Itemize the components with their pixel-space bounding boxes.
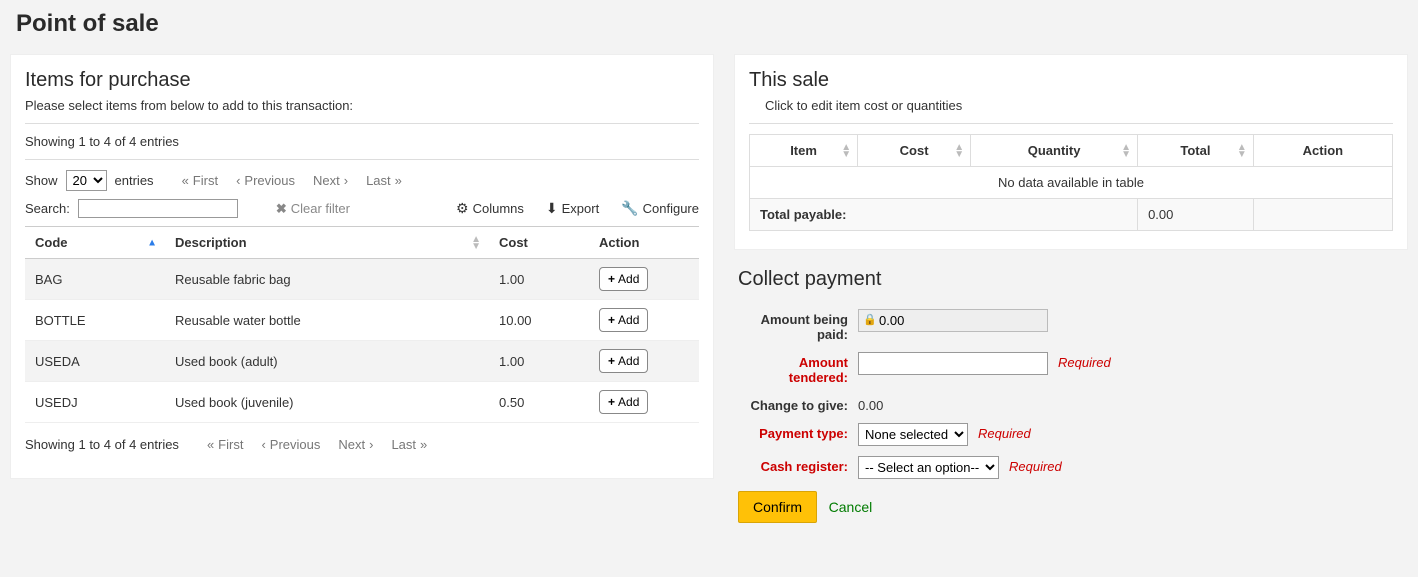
change-label: Change to give: [738, 395, 848, 413]
items-heading: Items for purchase [25, 69, 699, 92]
cell-desc: Reusable water bottle [165, 300, 489, 341]
plus-icon: + [608, 395, 615, 409]
add-button[interactable]: +Add [599, 390, 648, 414]
pager-next[interactable]: Next› [338, 437, 373, 452]
show-label-pre: Show [25, 173, 58, 188]
items-panel: Items for purchase Please select items f… [10, 54, 714, 479]
chevron-double-left-icon: « [207, 437, 214, 452]
sale-col-total[interactable]: Total▲▼ [1138, 135, 1254, 167]
pager-first[interactable]: «First [182, 173, 219, 188]
amount-tendered-label: Amount tendered: [738, 352, 848, 385]
cell-desc: Reusable fabric bag [165, 259, 489, 300]
pager-last[interactable]: Last» [366, 173, 402, 188]
sale-col-item[interactable]: Item▲▼ [750, 135, 858, 167]
plus-icon: + [608, 272, 615, 286]
items-showing-top: Showing 1 to 4 of 4 entries [25, 134, 699, 149]
sale-table: Item▲▼ Cost▲▼ Quantity▲▼ Total▲▼ Action … [749, 134, 1393, 231]
pager-prev[interactable]: ‹Previous [261, 437, 320, 452]
pager-last[interactable]: Last» [391, 437, 427, 452]
col-cost: Cost [489, 227, 589, 259]
amount-tendered-input[interactable] [858, 352, 1048, 375]
sale-col-action: Action [1253, 135, 1392, 167]
items-subtitle: Please select items from below to add to… [25, 98, 699, 113]
sale-col-qty[interactable]: Quantity▲▼ [971, 135, 1138, 167]
chevron-left-icon: ‹ [261, 437, 265, 452]
cell-cost: 0.50 [489, 382, 589, 423]
configure-button[interactable]: 🔧 Configure [621, 200, 699, 217]
amount-paid-label: Amount being paid: [738, 309, 848, 342]
table-row: BAG Reusable fabric bag 1.00 +Add [25, 259, 699, 300]
page-size-select[interactable]: 20 [66, 170, 107, 191]
add-button[interactable]: +Add [599, 349, 648, 373]
cell-code: USEDJ [25, 382, 165, 423]
cancel-link[interactable]: Cancel [829, 499, 873, 515]
divider [749, 123, 1393, 124]
divider [25, 159, 699, 160]
required-flag: Required [978, 423, 1031, 441]
required-flag: Required [1058, 352, 1111, 370]
right-column: This sale Click to edit item cost or qua… [734, 54, 1408, 523]
plus-icon: + [608, 354, 615, 368]
add-button[interactable]: +Add [599, 267, 648, 291]
cell-cost: 1.00 [489, 341, 589, 382]
cell-code: BAG [25, 259, 165, 300]
search-label: Search: [25, 201, 70, 216]
cash-register-label: Cash register: [738, 456, 848, 474]
confirm-button[interactable]: Confirm [738, 491, 817, 523]
items-showing-bottom: Showing 1 to 4 of 4 entries [25, 437, 179, 452]
col-action: Action [589, 227, 699, 259]
pager-prev[interactable]: ‹Previous [236, 173, 295, 188]
table-row: BOTTLE Reusable water bottle 10.00 +Add [25, 300, 699, 341]
items-table: Code ▲ Description ▲▼ Cost Action BAG Re… [25, 226, 699, 423]
wrench-icon: 🔧 [621, 200, 638, 217]
cell-cost: 1.00 [489, 259, 589, 300]
cell-desc: Used book (adult) [165, 341, 489, 382]
payment-section: Collect payment Amount being paid: 🔒 Amo… [734, 250, 1408, 523]
required-flag: Required [1009, 456, 1062, 474]
col-description[interactable]: Description ▲▼ [165, 227, 489, 259]
chevron-left-icon: ‹ [236, 173, 240, 188]
chevron-double-right-icon: » [395, 173, 402, 188]
table-row: USEDJ Used book (juvenile) 0.50 +Add [25, 382, 699, 423]
cash-register-select[interactable]: -- Select an option-- [858, 456, 999, 479]
cell-cost: 10.00 [489, 300, 589, 341]
total-payable-value: 0.00 [1138, 199, 1254, 231]
sale-panel: This sale Click to edit item cost or qua… [734, 54, 1408, 250]
payment-type-label: Payment type: [738, 423, 848, 441]
sale-col-cost[interactable]: Cost▲▼ [858, 135, 971, 167]
payment-type-select[interactable]: None selected [858, 423, 968, 446]
sale-heading: This sale [749, 69, 1393, 92]
show-label-post: entries [115, 173, 154, 188]
columns-button[interactable]: ⚙ Columns [456, 200, 524, 217]
close-icon: ✖ [276, 201, 287, 217]
change-value: 0.00 [858, 395, 883, 413]
chevron-right-icon: › [344, 173, 348, 188]
amount-paid-input [858, 309, 1048, 332]
col-code[interactable]: Code ▲ [25, 227, 165, 259]
chevron-double-right-icon: » [420, 437, 427, 452]
clear-filter-button[interactable]: ✖ Clear filter [276, 201, 350, 217]
download-icon: ⬇ [546, 200, 558, 217]
chevron-right-icon: › [369, 437, 373, 452]
export-button[interactable]: ⬇ Export [546, 200, 599, 217]
cell-code: USEDA [25, 341, 165, 382]
cell-code: BOTTLE [25, 300, 165, 341]
total-payable-label: Total payable: [750, 199, 1138, 231]
search-input[interactable] [78, 199, 238, 218]
pager-next[interactable]: Next› [313, 173, 348, 188]
gear-icon: ⚙ [456, 200, 469, 217]
cell-desc: Used book (juvenile) [165, 382, 489, 423]
add-button[interactable]: +Add [599, 308, 648, 332]
page-title: Point of sale [16, 10, 1408, 38]
sale-subtitle: Click to edit item cost or quantities [749, 98, 1393, 113]
table-row: USEDA Used book (adult) 1.00 +Add [25, 341, 699, 382]
divider [25, 123, 699, 124]
pager-first[interactable]: «First [207, 437, 244, 452]
sale-empty: No data available in table [750, 167, 1393, 199]
payment-heading: Collect payment [738, 268, 1404, 291]
lock-icon: 🔒 [863, 313, 877, 326]
chevron-double-left-icon: « [182, 173, 189, 188]
plus-icon: + [608, 313, 615, 327]
